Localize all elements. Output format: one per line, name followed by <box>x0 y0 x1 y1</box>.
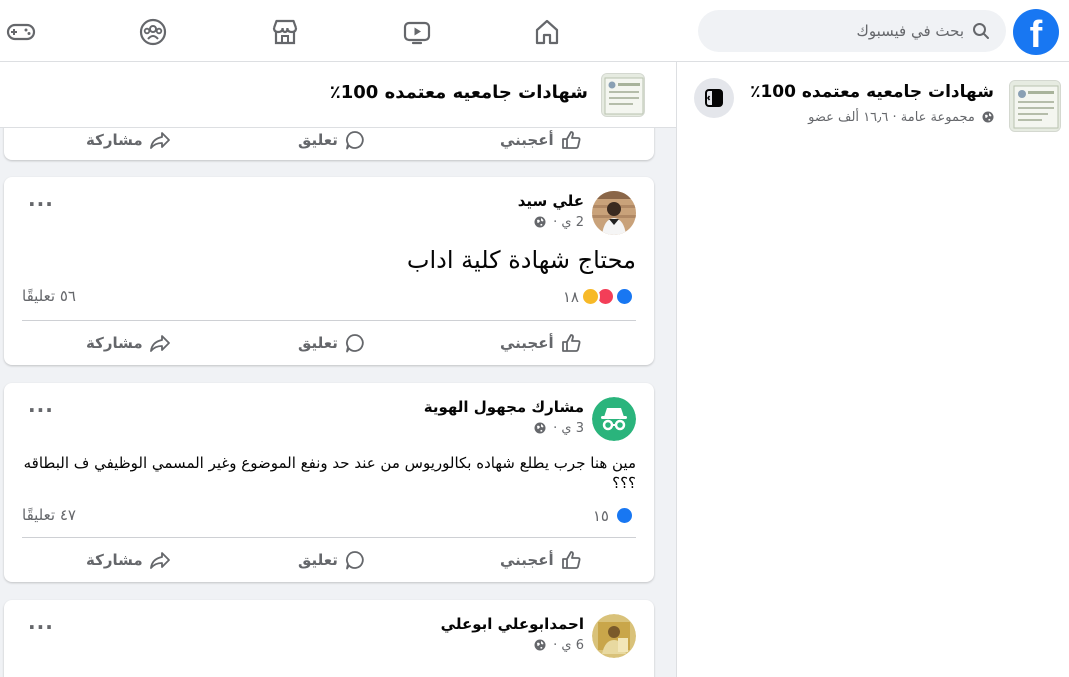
post-card: مشارك مجهول الهوية 3 ي · ··· مين هنا جرب… <box>4 383 654 582</box>
group-meta: مجموعة عامة · ١٦٫٦ ألف عضو <box>808 110 994 125</box>
post-text: محتاج شهادة كلية اداب <box>406 246 636 274</box>
group-name[interactable]: شهادات جامعيه معتمده 100٪ <box>750 82 994 102</box>
home-icon[interactable] <box>532 17 562 47</box>
like-button[interactable]: أعجبني <box>500 321 582 365</box>
post-card: احمدابوعلي ابوعلي 6 ي · ··· <box>4 600 654 677</box>
gaming-icon[interactable] <box>6 17 36 47</box>
marketplace-icon[interactable] <box>270 17 300 47</box>
like-label: أعجبني <box>500 551 554 569</box>
post-card: علي سيد 2 ي · ··· محتاج شهادة كلية اداب … <box>4 177 654 365</box>
reaction-count: ١٨ <box>562 287 579 306</box>
comment-button[interactable]: تعليق <box>298 538 366 582</box>
post-actions: أعجبني تعليق مشاركة <box>22 538 636 582</box>
globe-icon <box>982 111 994 123</box>
comment-label: تعليق <box>298 131 338 149</box>
comment-icon <box>345 551 364 570</box>
group-feed: شهادات جامعيه معتمده 100٪ أعجبني تعليق م… <box>0 62 676 677</box>
post-meta: 3 ي · <box>534 421 584 436</box>
post-meta: 6 ي · <box>534 638 584 653</box>
group-meta-text: مجموعة عامة · ١٦٫٦ ألف عضو <box>808 110 975 125</box>
like-button[interactable]: أعجبني <box>500 538 582 582</box>
search-box[interactable] <box>698 10 1006 52</box>
top-navigation-bar: f <box>0 0 1069 62</box>
anonymous-avatar-icon[interactable] <box>592 397 636 441</box>
group-cover-thumbnail[interactable] <box>1009 80 1061 132</box>
like-icon <box>561 131 581 149</box>
author-avatar[interactable] <box>592 191 636 235</box>
group-header-title[interactable]: شهادات جامعيه معتمده 100٪ <box>330 82 588 103</box>
share-button[interactable]: مشاركة <box>86 321 171 365</box>
haha-reaction-icon <box>581 287 600 306</box>
globe-icon <box>534 216 546 228</box>
post-author[interactable]: احمدابوعلي ابوعلي <box>441 615 584 633</box>
post-time[interactable]: 3 ي · <box>553 421 584 436</box>
group-sidebar: شهادات جامعيه معتمده 100٪ مجموعة عامة · … <box>676 62 1069 677</box>
globe-icon <box>534 422 546 434</box>
share-icon <box>149 335 170 352</box>
post-more-options-icon[interactable]: ··· <box>28 617 58 644</box>
sidebar-toggle-icon <box>705 89 723 107</box>
share-label: مشاركة <box>86 551 143 569</box>
like-reaction-icon <box>615 506 634 525</box>
post-time[interactable]: 6 ي · <box>553 638 584 653</box>
share-button[interactable]: مشاركة <box>86 538 171 582</box>
comment-count[interactable]: ٤٧ تعليقًا <box>22 506 76 524</box>
like-reaction-icon <box>615 287 634 306</box>
comment-icon <box>345 131 364 150</box>
search-input[interactable] <box>698 10 968 52</box>
group-header-thumbnail[interactable] <box>601 73 645 117</box>
like-icon <box>561 334 581 352</box>
post-author[interactable]: مشارك مجهول الهوية <box>424 398 584 416</box>
group-sticky-header: شهادات جامعيه معتمده 100٪ <box>0 62 676 128</box>
like-label: أعجبني <box>500 131 554 149</box>
post-meta: 2 ي · <box>534 215 584 230</box>
post-more-options-icon[interactable]: ··· <box>28 400 58 427</box>
comment-button[interactable]: تعليق <box>298 321 366 365</box>
post-text: مين هنا جرب يطلع شهاده بكالوريوس من عند … <box>23 454 636 492</box>
share-label: مشاركة <box>86 131 143 149</box>
comment-label: تعليق <box>298 551 338 569</box>
post-more-options-icon[interactable]: ··· <box>28 194 58 221</box>
like-icon <box>561 551 581 569</box>
reaction-count: ١٥ <box>592 506 609 525</box>
collapse-sidebar-button[interactable] <box>694 78 734 118</box>
comment-label: تعليق <box>298 334 338 352</box>
share-icon <box>149 552 170 569</box>
share-icon <box>149 132 170 149</box>
watch-icon[interactable] <box>402 17 432 47</box>
post-author[interactable]: علي سيد <box>518 192 584 210</box>
share-label: مشاركة <box>86 334 143 352</box>
comment-count[interactable]: ٥٦ تعليقًا <box>22 287 76 305</box>
globe-icon <box>534 639 546 651</box>
groups-icon[interactable] <box>138 17 168 47</box>
search-icon <box>973 23 989 39</box>
reaction-summary[interactable]: ١٥ <box>593 506 634 525</box>
facebook-logo-letter: f <box>1029 14 1043 56</box>
facebook-logo-icon[interactable]: f <box>1013 9 1059 56</box>
post-time[interactable]: 2 ي · <box>553 215 584 230</box>
comment-icon <box>345 334 364 353</box>
reaction-summary[interactable]: ١٨ <box>563 287 634 306</box>
post-actions: أعجبني تعليق مشاركة <box>22 321 636 365</box>
like-label: أعجبني <box>500 334 554 352</box>
author-avatar[interactable] <box>592 614 636 658</box>
